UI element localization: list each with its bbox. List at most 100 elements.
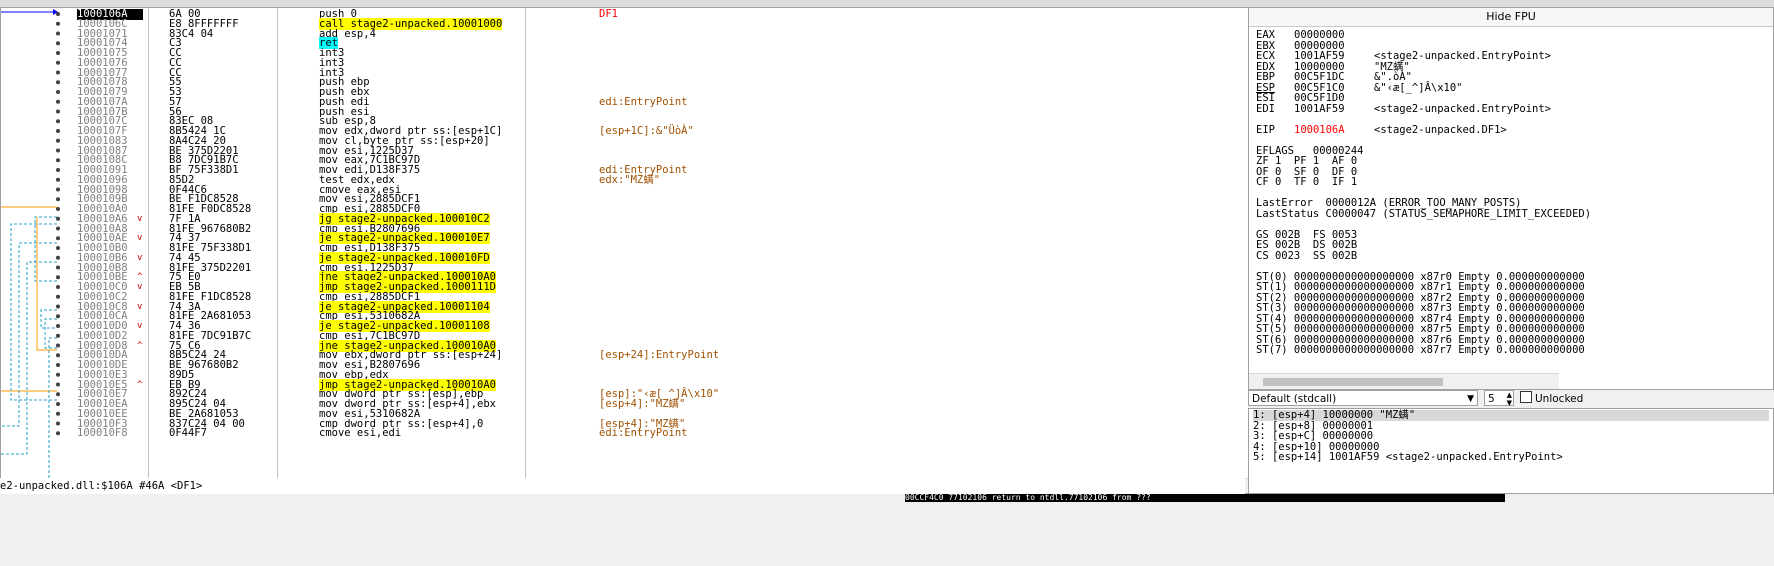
register-value[interactable]: 00C5F1DC (1294, 72, 1374, 83)
breakpoint-dot (56, 343, 60, 348)
disassembly-panel[interactable]: 1000106A 6A 00 push 0 DF1 1000106C E8 8FFFFFF… (0, 7, 1397, 494)
breakpoint-dot (56, 41, 60, 46)
breakpoint-dot (56, 99, 60, 104)
flags-line[interactable]: ZF 1 PF 1 AF 0 (1256, 156, 1357, 167)
breakpoint-dot (56, 392, 60, 397)
col-divider (148, 8, 149, 478)
register-eip[interactable]: EIP 1000106A <stage2-unpacked.DF1> (1256, 123, 1507, 136)
register-esi[interactable]: ESI 00C5F1D0 (1256, 93, 1374, 104)
breakpoint-dot (56, 207, 60, 211)
callstack-header: Default (stdcall) ▼ 5 ▲ ▼ Unlocked (1248, 390, 1774, 408)
branch-gutter (1, 8, 72, 493)
calling-convention-select[interactable]: Default (stdcall) ▼ (1248, 390, 1478, 406)
fpu-st-line[interactable]: ST(1) 0000000000000000000 x87r1 Empty 0.… (1256, 282, 1585, 293)
breakpoint-dot (56, 285, 60, 289)
callstack-arg-line[interactable]: 3: [esp+C] 00000000 (1253, 431, 1373, 442)
breakpoint-dot (56, 246, 60, 250)
breakpoint-dot (56, 421, 60, 426)
breakpoint-dot (56, 148, 60, 153)
info-line: e2-unpacked.dll:$106A #46A <DF1> (0, 480, 203, 492)
registers-panel[interactable]: Hide FPU EAX 00000000 EBX 00000000 ECX 1001AF… (1248, 7, 1774, 390)
breakpoint-dot (56, 12, 60, 16)
col-divider (525, 8, 526, 478)
spinner-arrows-icon[interactable]: ▲ ▼ (1507, 391, 1512, 407)
callstack-arg-line[interactable]: 5: [esp+14] 1001AF59 <stage2-unpacked.En… (1253, 452, 1563, 463)
register-value[interactable]: 1001AF59 (1294, 51, 1374, 62)
breakpoint-dot (56, 314, 60, 319)
breakpoint-dot (56, 411, 60, 416)
row-comment: edi:EntryPoint (599, 95, 688, 108)
breakpoint-dot (56, 431, 60, 436)
register-esp[interactable]: ESP 00C5F1C0 &"‹æ[_^]Â\x10" (1256, 82, 1463, 94)
flags-line[interactable]: CF 0 TF 0 IF 1 (1256, 177, 1357, 188)
segment-line[interactable]: ES 002B DS 002B (1256, 240, 1357, 251)
info-box: e2-unpacked.dll:$106A #46A <DF1> (0, 478, 1245, 494)
breakpoint-dot (56, 265, 60, 270)
breakpoint-dot (56, 119, 60, 124)
row-comment: [esp+24]:EntryPoint (599, 349, 720, 362)
register-comment: <stage2-unpacked.DF1> (1374, 123, 1507, 136)
breakpoint-dot (56, 275, 60, 280)
fpu-st-line[interactable]: ST(7) 0000000000000000000 x87r7 Empty 0.… (1256, 345, 1585, 356)
register-value[interactable]: 1001AF59 (1294, 103, 1374, 115)
row-comment: [esp+1C]:&"ÜòÀ" (599, 125, 694, 137)
breakpoint-dot (56, 324, 60, 328)
breakpoint-dot (56, 197, 60, 202)
breakpoint-dot (56, 353, 60, 358)
breakpoint-dot (56, 70, 60, 75)
register-name: ECX (1256, 50, 1275, 62)
breakpoint-dot (56, 31, 60, 36)
register-value[interactable]: 1000106A (1294, 124, 1374, 136)
register-comment: <stage2-unpacked.EntryPoint> (1374, 102, 1552, 115)
callstack-args-panel[interactable]: 1: [esp+4] 10000000 "MZ螨" 2: [esp+8] 0000… (1248, 408, 1774, 494)
last-error-line[interactable]: LastError 0000012A (ERROR_TOO_MANY_POSTS… (1256, 198, 1522, 209)
register-value[interactable]: 00000000 (1294, 30, 1374, 41)
fpu-st-line[interactable]: ST(3) 0000000000000000000 x87r3 Empty 0.… (1256, 303, 1585, 314)
breakpoint-dot (56, 80, 60, 85)
register-name: ESI (1256, 92, 1275, 104)
arg-count-value: 5 (1488, 393, 1495, 405)
arg-count-spinner[interactable]: 5 ▲ ▼ (1484, 390, 1514, 407)
register-value[interactable]: 00C5F1D0 (1294, 93, 1374, 104)
callstack-arg-line[interactable]: 1: [esp+4] 10000000 "MZ螨" (1253, 410, 1769, 421)
hide-fpu-button[interactable]: Hide FPU (1249, 8, 1773, 27)
breakpoint-dot (56, 402, 60, 406)
log-strip: 00CCF4C0 77102106 return to ntdll.771021… (905, 494, 1505, 502)
breakpoint-dot (56, 129, 60, 133)
breakpoint-dot (56, 363, 60, 367)
breakpoint-dot (56, 21, 60, 26)
breakpoint-dot (56, 255, 60, 260)
convention-value: Default (stdcall) (1252, 393, 1337, 405)
unlock-label: Unlocked (1535, 393, 1584, 405)
breakpoint-dot (56, 109, 60, 114)
dropdown-arrow-icon: ▼ (1467, 394, 1474, 404)
register-edi[interactable]: EDI 1001AF59 <stage2-unpacked.EntryPoint> (1256, 102, 1552, 115)
row-bytes: 0F44F7 (169, 427, 207, 440)
log-text: 00CCF4C0 77102106 return to ntdll.771021… (905, 494, 1151, 502)
register-name: EAX (1256, 29, 1275, 41)
breakpoint-dot (56, 236, 60, 241)
unlock-checkbox[interactable]: Unlocked (1520, 391, 1583, 406)
fpu-st-line[interactable]: ST(5) 0000000000000000000 x87r5 Empty 0.… (1256, 324, 1585, 335)
register-eax[interactable]: EAX 00000000 (1256, 30, 1374, 41)
breakpoint-dot (56, 138, 60, 143)
row-comment: DF1 (599, 8, 618, 20)
breakpoint-dot (56, 51, 60, 55)
checkbox-box[interactable] (1520, 391, 1532, 403)
breakpoint-dot (56, 60, 60, 65)
register-name: EBP (1256, 71, 1275, 83)
row-comment: [esp+4]:"MZ螨" (599, 398, 686, 410)
row-comment: edx:"MZ螨" (599, 173, 661, 186)
segment-line[interactable]: CS 0023 SS 002B (1256, 250, 1357, 262)
breakpoint-dot (56, 226, 60, 231)
breakpoint-dot (56, 304, 60, 309)
branch-arrows (1, 9, 60, 478)
registers-horizontal-scrollbar[interactable] (1249, 373, 1559, 389)
breakpoint-dot (56, 187, 60, 192)
row-comment: edi:EntryPoint (599, 427, 688, 440)
bottom-area (0, 494, 1774, 566)
breakpoint-dot (56, 372, 60, 377)
breakpoint-dot (56, 177, 60, 182)
breakpoint-dot (56, 294, 60, 299)
last-status-line[interactable]: LastStatus C0000047 (STATUS_SEMAPHORE_LI… (1256, 208, 1591, 220)
